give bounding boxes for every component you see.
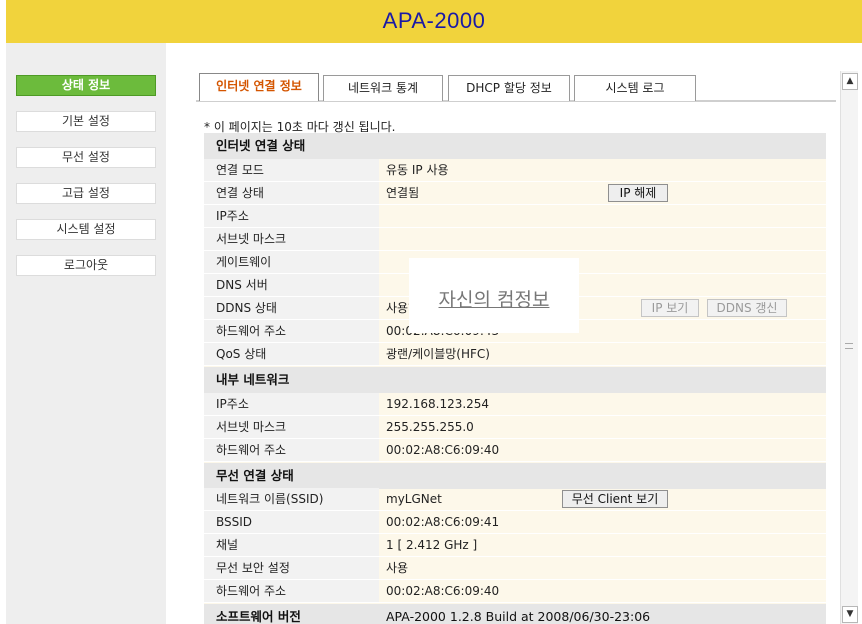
row-internal-subnet: 서브넷 마스크 255.255.255.0 bbox=[204, 416, 826, 439]
scroll-grip[interactable] bbox=[845, 343, 853, 349]
row-value: 사용 bbox=[386, 561, 409, 575]
row-bssid: BSSID 00:02:A8:C6:09:41 bbox=[204, 511, 826, 534]
row-label: QoS 상태 bbox=[204, 343, 379, 365]
row-wireless-security: 무선 보안 설정 사용 bbox=[204, 557, 826, 580]
row-ssid: 네트워크 이름(SSID) myLGNet 무선 Client 보기 bbox=[204, 488, 826, 511]
row-label: 연결 상태 bbox=[204, 182, 379, 204]
section-internal-network: 내부 네트워크 bbox=[204, 367, 826, 393]
row-value: 192.168.123.254 bbox=[386, 397, 490, 411]
overlay-text: 자신의 컴정보 bbox=[438, 289, 550, 311]
sidebar-item-basic-settings[interactable]: 기본 설정 bbox=[16, 111, 156, 132]
sidebar-item-system-settings[interactable]: 시스템 설정 bbox=[16, 219, 156, 240]
row-label: 서브넷 마스크 bbox=[204, 416, 379, 438]
wireless-client-view-button[interactable]: 무선 Client 보기 bbox=[562, 490, 668, 508]
tab-system-log[interactable]: 시스템 로그 bbox=[574, 75, 696, 101]
row-connection-status: 연결 상태 연결됨 IP 해제 bbox=[204, 182, 826, 205]
row-label: 하드웨어 주소 bbox=[204, 320, 379, 342]
tab-network-stats[interactable]: 네트워크 통계 bbox=[323, 75, 443, 101]
row-value: 00:02:A8:C6:09:41 bbox=[386, 515, 500, 529]
row-label: DNS 서버 bbox=[204, 274, 379, 296]
row-subnet-mask: 서브넷 마스크 bbox=[204, 228, 826, 251]
sidebar-item-wireless-settings[interactable]: 무선 설정 bbox=[16, 147, 156, 168]
scroll-down-icon[interactable]: ▼ bbox=[842, 606, 858, 623]
sidebar-item-status[interactable]: 상태 정보 bbox=[16, 75, 156, 96]
app-title: APA-2000 bbox=[382, 8, 486, 33]
row-value: 연결됨 bbox=[386, 186, 420, 200]
row-value: myLGNet bbox=[386, 492, 442, 506]
row-value: 00:02:A8:C6:09:40 bbox=[386, 584, 500, 598]
row-internal-hardware: 하드웨어 주소 00:02:A8:C6:09:40 bbox=[204, 439, 826, 462]
header-bar: APA-2000 bbox=[6, 0, 862, 43]
software-value: APA-2000 1.2.8 Build at 2008/06/30-23:06 bbox=[386, 609, 651, 624]
row-label: 연결 모드 bbox=[204, 159, 379, 181]
row-software-version: 소프트웨어 버전 APA-2000 1.2.8 Build at 2008/06… bbox=[204, 604, 826, 624]
row-label: 서브넷 마스크 bbox=[204, 228, 379, 250]
row-label: 네트워크 이름(SSID) bbox=[204, 488, 379, 510]
row-channel: 채널 1 [ 2.412 GHz ] bbox=[204, 534, 826, 557]
ddns-update-button[interactable]: DDNS 갱신 bbox=[707, 299, 787, 317]
row-wireless-hardware: 하드웨어 주소 00:02:A8:C6:09:40 bbox=[204, 580, 826, 603]
row-label: DDNS 상태 bbox=[204, 297, 379, 319]
row-label: 채널 bbox=[204, 534, 379, 556]
main-content: 인터넷 연결 정보 네트워크 통계 DHCP 할당 정보 시스템 로그 * 이 … bbox=[166, 43, 862, 624]
row-label: IP주소 bbox=[204, 393, 379, 415]
sidebar-item-advanced-settings[interactable]: 고급 설정 bbox=[16, 183, 156, 204]
row-internal-ip: IP주소 192.168.123.254 bbox=[204, 393, 826, 416]
sidebar: 상태 정보 기본 설정 무선 설정 고급 설정 시스템 설정 로그아웃 bbox=[6, 43, 166, 624]
row-label: BSSID bbox=[204, 511, 379, 533]
sidebar-item-logout[interactable]: 로그아웃 bbox=[16, 255, 156, 276]
row-label: 하드웨어 주소 bbox=[204, 580, 379, 602]
row-value: 00:02:A8:C6:09:40 bbox=[386, 443, 500, 457]
row-value: 255.255.255.0 bbox=[386, 420, 474, 434]
row-label: 하드웨어 주소 bbox=[204, 439, 379, 461]
row-value: 1 [ 2.412 GHz ] bbox=[386, 538, 478, 552]
row-value: 유동 IP 사용 bbox=[386, 163, 449, 177]
row-label: 무선 보안 설정 bbox=[204, 557, 379, 579]
tab-internet-connection[interactable]: 인터넷 연결 정보 bbox=[199, 73, 319, 101]
row-ip-address: IP주소 bbox=[204, 205, 826, 228]
row-connection-mode: 연결 모드 유동 IP 사용 bbox=[204, 159, 826, 182]
ip-view-button[interactable]: IP 보기 bbox=[641, 299, 699, 317]
row-value: 광랜/케이블망(HFC) bbox=[386, 347, 490, 361]
row-label: IP주소 bbox=[204, 205, 379, 227]
row-qos-status: QoS 상태 광랜/케이블망(HFC) bbox=[204, 343, 826, 366]
section-internet: 인터넷 연결 상태 bbox=[204, 133, 826, 159]
status-panel: 인터넷 연결 상태 연결 모드 유동 IP 사용 연결 상태 연결됨 IP 해제… bbox=[204, 133, 826, 624]
scroll-up-icon[interactable]: ▲ bbox=[842, 73, 858, 90]
section-wireless: 무선 연결 상태 bbox=[204, 463, 826, 489]
vertical-scrollbar[interactable]: ▲ ▼ bbox=[840, 71, 858, 624]
redaction-overlay: 자신의 컴정보 bbox=[409, 258, 579, 333]
row-label: 게이트웨이 bbox=[204, 251, 379, 273]
tab-bar: 인터넷 연결 정보 네트워크 통계 DHCP 할당 정보 시스템 로그 bbox=[196, 73, 836, 101]
software-label: 소프트웨어 버전 bbox=[216, 609, 301, 624]
tab-dhcp-info[interactable]: DHCP 할당 정보 bbox=[448, 75, 570, 101]
ip-release-button[interactable]: IP 해제 bbox=[608, 184, 668, 202]
